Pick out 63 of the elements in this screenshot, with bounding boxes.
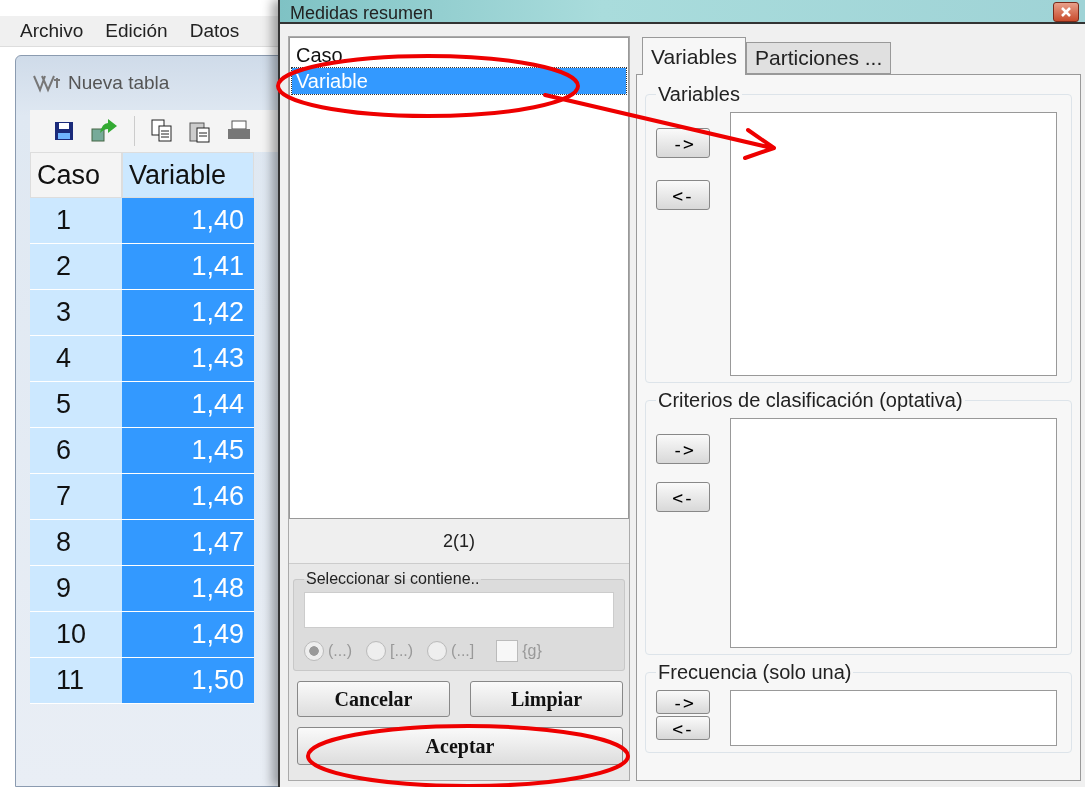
remove-button[interactable]: <- [656, 716, 710, 740]
menu-item[interactable]: Archivo [20, 20, 84, 42]
table-cell: 1,43 [122, 336, 254, 382]
copy-icon[interactable] [151, 119, 173, 143]
group-title: Criterios de clasificación (optativa) [657, 389, 964, 412]
table-cell: 10 [30, 612, 122, 658]
table-cell: 4 [30, 336, 122, 382]
group-title: Seleccionar si contiene.. [305, 570, 481, 588]
tab[interactable]: Particiones ... [746, 42, 892, 74]
cancel-button[interactable]: Cancelar [297, 681, 450, 717]
add-button[interactable]: -> [656, 434, 710, 464]
table-cell: 1,48 [122, 566, 254, 612]
table-cell: 1,46 [122, 474, 254, 520]
add-button[interactable]: -> [656, 690, 710, 714]
table-cell: 8 [30, 520, 122, 566]
table-cell: 9 [30, 566, 122, 612]
item-count: 2(1) [289, 519, 629, 564]
table-cell: 1,44 [122, 382, 254, 428]
table-cell: 7 [30, 474, 122, 520]
option-label: [...) [390, 642, 414, 660]
remove-button[interactable]: <- [656, 180, 710, 210]
radio-button[interactable] [366, 641, 386, 661]
table-cell: 2 [30, 244, 122, 290]
checkbox[interactable] [496, 640, 519, 662]
target-list[interactable] [730, 690, 1057, 746]
window-title: Nueva tabla [68, 72, 170, 94]
table-cell: 1,41 [122, 244, 254, 290]
paste-icon[interactable] [189, 119, 211, 143]
option-label: (...) [328, 642, 352, 660]
table-cell: 1 [30, 198, 122, 244]
tab[interactable]: Variables [642, 37, 746, 75]
table-cell: 1,40 [122, 198, 254, 244]
option-label: {g} [522, 642, 542, 660]
group-title: Variables [657, 83, 741, 106]
menu-item[interactable]: Datos [189, 20, 240, 42]
table-cell: 6 [30, 428, 122, 474]
clear-button[interactable]: Limpiar [470, 681, 623, 717]
dialog-title: Medidas resumen [290, 4, 434, 22]
menu-item[interactable]: Edición [105, 20, 168, 42]
close-button[interactable] [1053, 2, 1079, 22]
table-cell: 5 [30, 382, 122, 428]
table-cell: 1,50 [122, 658, 254, 704]
table-cell: 3 [30, 290, 122, 336]
option-label: (...] [451, 642, 475, 660]
table-cell: 1,45 [122, 428, 254, 474]
radio-button[interactable] [427, 641, 448, 661]
print-icon[interactable] [227, 120, 251, 142]
close-icon [1060, 7, 1072, 17]
export-icon[interactable] [90, 119, 118, 143]
column-header[interactable]: Caso [30, 152, 122, 198]
add-button[interactable]: -> [656, 128, 710, 158]
column-header[interactable]: Variable [122, 152, 254, 198]
save-icon[interactable] [54, 121, 74, 141]
list-item[interactable]: Caso [292, 42, 626, 68]
remove-button[interactable]: <- [656, 482, 710, 512]
radio-button[interactable] [304, 641, 324, 661]
accept-button[interactable]: Aceptar [297, 727, 623, 765]
table-cell: 1,42 [122, 290, 254, 336]
filter-input[interactable] [304, 592, 614, 628]
group-title: Frecuencia (solo una) [657, 661, 853, 684]
table-cell: 11 [30, 658, 122, 704]
table-cell: 1,47 [122, 520, 254, 566]
table-cell: 1,49 [122, 612, 254, 658]
